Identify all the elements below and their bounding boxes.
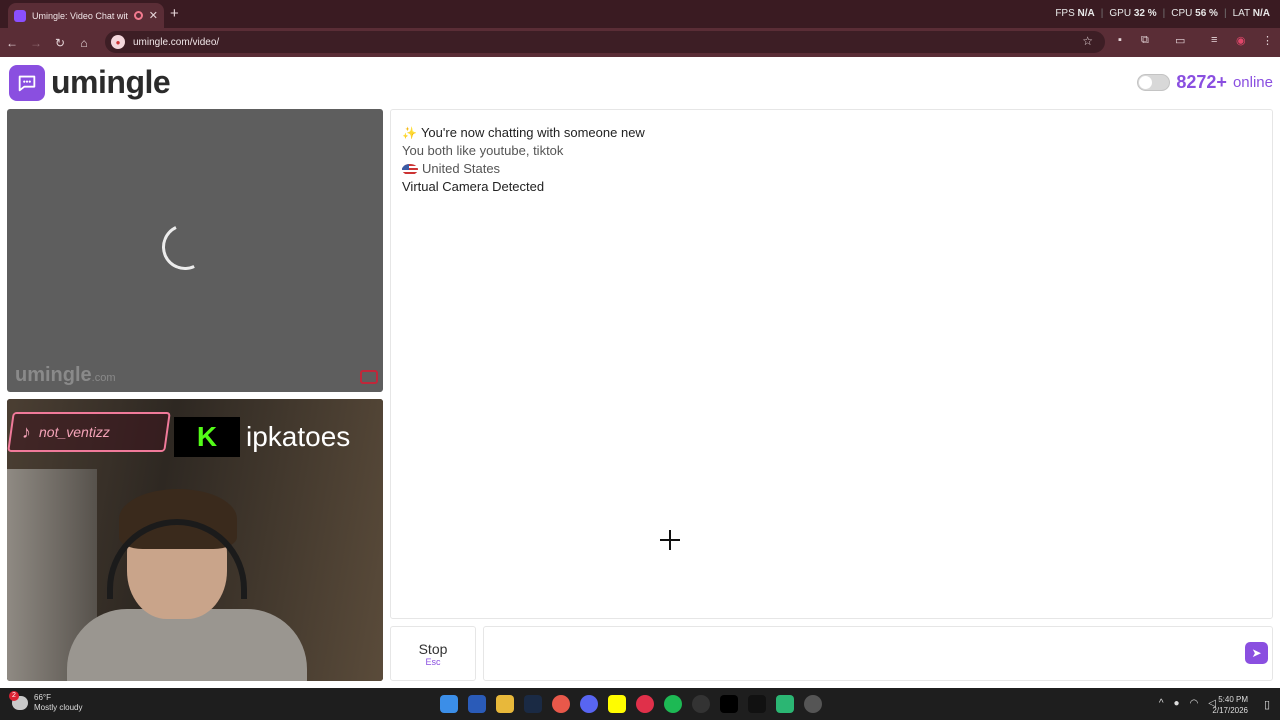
theme-toggle[interactable] (1137, 74, 1171, 91)
address-bar[interactable]: ● umingle.com/video/ ☆ (105, 31, 1105, 53)
chrome-icon[interactable] (552, 695, 570, 713)
chat-log[interactable]: ✨ You're now chatting with someone new Y… (390, 109, 1273, 619)
online-label: online (1232, 74, 1273, 91)
gpu-stat: GPU 32 % (1109, 8, 1157, 19)
taskbar-clock[interactable]: 5:40 PM 2/17/2026 (1212, 694, 1248, 716)
country-message: United States (402, 160, 1261, 178)
extension-icon[interactable]: ▪ (1118, 34, 1122, 46)
browser-tab-bar: Umingle: Video Chat with S ✕ + FPS N/A |… (0, 0, 1280, 28)
stop-button[interactable]: Stop Esc (390, 626, 476, 681)
snapchat-icon[interactable] (608, 695, 626, 713)
browser-toolbar: ← → ↻ ⌂ ● umingle.com/video/ ☆ (0, 28, 1280, 57)
home-icon[interactable]: ⌂ (72, 36, 96, 50)
system-message: ✨ You're now chatting with someone new (402, 125, 645, 140)
chevron-up-icon[interactable]: ^ (1159, 698, 1164, 709)
sparkles-icon: ✨ (402, 126, 417, 140)
app-icon[interactable] (776, 695, 794, 713)
send-icon[interactable]: ➤ (1245, 642, 1268, 664)
performance-overlay: FPS N/A | GPU 32 % | CPU 56 % | LAT N/A (1055, 8, 1270, 19)
extensions-puzzle-icon[interactable]: ⧉ (1141, 34, 1149, 47)
lat-stat: LAT N/A (1232, 8, 1270, 19)
microphone-icon[interactable]: ● (1174, 698, 1180, 709)
virtual-camera-message: Virtual Camera Detected (402, 179, 545, 194)
steam-icon[interactable] (524, 695, 542, 713)
settings-app-icon[interactable] (804, 695, 822, 713)
notification-badge: 2 (9, 691, 19, 701)
crosshair-cursor-icon (660, 530, 680, 550)
online-count: 8272+ (1176, 72, 1227, 92)
opera-icon[interactable] (636, 695, 654, 713)
new-tab-button[interactable]: + (170, 5, 179, 22)
recording-indicator-icon (133, 11, 143, 20)
close-tab-icon[interactable]: ✕ (149, 9, 158, 22)
chat-bubble-logo-icon (9, 64, 45, 101)
tiktok-overlay: ♪ not_ventizz (7, 412, 171, 452)
umingle-watermark: umingle.com (15, 364, 116, 386)
browser-menu-icon[interactable]: ⋮ (1262, 34, 1273, 47)
url-text: umingle.com/video/ (133, 36, 220, 48)
umingle-logo[interactable]: umingle (9, 64, 171, 101)
reload-icon[interactable]: ↻ (48, 36, 72, 50)
terminal-icon[interactable] (720, 695, 738, 713)
cloud-icon: 2 (9, 691, 28, 710)
windows-start-icon[interactable] (440, 695, 458, 713)
tiktok-username: not_ventizz (39, 424, 110, 440)
tiktok-logo-icon: ♪ (22, 421, 31, 442)
message-input[interactable] (483, 626, 1273, 681)
cast-icon[interactable]: ▭ (1175, 34, 1185, 47)
report-flag-icon[interactable] (360, 370, 378, 384)
kick-overlay: K ipkatoes (174, 417, 350, 457)
shared-interests-message: You both like youtube, tiktok (402, 143, 564, 158)
logo-text: umingle (51, 64, 171, 100)
person-body (67, 609, 307, 681)
obs-icon[interactable] (692, 695, 710, 713)
kick-logo-icon: K (174, 417, 240, 457)
discord-icon[interactable] (580, 695, 598, 713)
weather-desc: Mostly cloudy (34, 703, 83, 712)
media-control-icon[interactable]: ≡ (1211, 34, 1217, 46)
fps-stat: FPS N/A (1055, 8, 1095, 19)
spotify-icon[interactable] (664, 695, 682, 713)
us-flag-icon (402, 163, 418, 175)
wifi-icon[interactable]: ◠ (1190, 698, 1199, 709)
bookmark-star-icon[interactable]: ☆ (1082, 34, 1093, 48)
file-explorer-icon[interactable] (496, 695, 514, 713)
tab-title: Umingle: Video Chat with S (32, 10, 128, 21)
forward-arrow-icon[interactable]: → (24, 36, 48, 50)
notification-bell-icon[interactable]: ▯ (1264, 698, 1270, 711)
browser-tab[interactable]: Umingle: Video Chat with S ✕ (8, 3, 164, 28)
app-store-icon[interactable] (468, 695, 486, 713)
online-indicator: 8272+ online (1137, 72, 1273, 93)
cpu-stat: CPU 56 % (1171, 8, 1218, 19)
windows-taskbar: 2 66°F Mostly cloudy ^ ● ◠ ◁ 5:40 PM 2/1… (0, 688, 1280, 720)
pinned-apps (440, 695, 822, 713)
back-arrow-icon[interactable]: ← (0, 36, 24, 50)
umingle-favicon-icon (14, 9, 26, 22)
weather-temp: 66°F (34, 693, 51, 702)
kick-username: ipkatoes (246, 421, 351, 452)
rockstar-icon[interactable] (748, 695, 766, 713)
weather-widget[interactable]: 2 66°F Mostly cloudy (9, 691, 83, 713)
site-info-icon[interactable]: ● (111, 35, 125, 49)
system-tray: ^ ● ◠ ◁ (1159, 698, 1216, 709)
profile-avatar-icon[interactable]: ◉ (1236, 34, 1246, 47)
